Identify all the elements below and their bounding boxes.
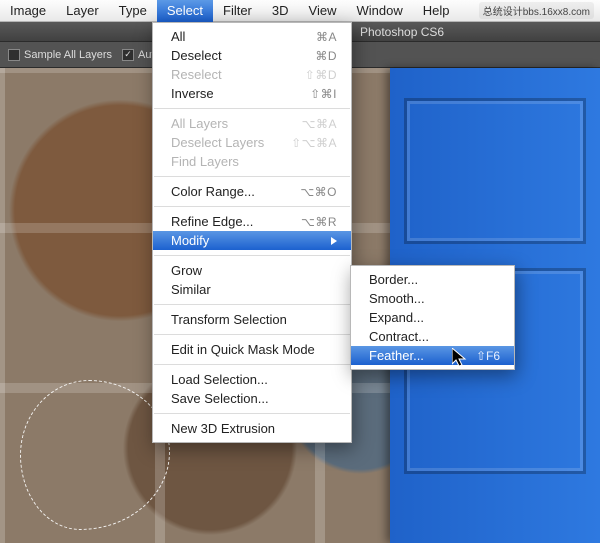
menu-item-label: Load Selection...	[171, 372, 337, 387]
menu-separator	[154, 176, 350, 177]
window-title: Photoshop CS6	[360, 25, 444, 39]
menu-item-deselect-layers: Deselect Layers ⇧⌥⌘A	[153, 133, 351, 152]
menu-item-new-3d-extrusion[interactable]: New 3D Extrusion	[153, 419, 351, 438]
menu-separator	[154, 364, 350, 365]
submenu-arrow-icon	[331, 237, 337, 245]
menu-item-label: Deselect	[171, 48, 303, 63]
menu-separator	[154, 255, 350, 256]
menu-item-label: New 3D Extrusion	[171, 421, 337, 436]
menu-item-label: Refine Edge...	[171, 214, 289, 229]
menu-item-label: Similar	[171, 282, 337, 297]
menu-item-label: Find Layers	[171, 154, 337, 169]
menu-item-shortcut: ⌥⌘A	[302, 117, 337, 131]
menu-item-label: Grow	[171, 263, 337, 278]
menu-item-modify[interactable]: Modify	[153, 231, 351, 250]
menu-separator	[154, 108, 350, 109]
menu-separator	[154, 206, 350, 207]
menu-item-label: Feather...	[369, 348, 476, 363]
select-menu-dropdown: All ⌘A Deselect ⌘D Reselect ⇧⌘D Inverse …	[152, 22, 352, 443]
menu-item-shortcut: ⇧F6	[476, 349, 500, 363]
menubar-item-filter[interactable]: Filter	[213, 0, 262, 22]
menu-item-label: Contract...	[369, 329, 500, 344]
menu-item-all-layers: All Layers ⌥⌘A	[153, 114, 351, 133]
menu-item-reselect: Reselect ⇧⌘D	[153, 65, 351, 84]
checkbox-label: Sample All Layers	[24, 49, 112, 61]
menubar-item-window[interactable]: Window	[346, 0, 412, 22]
menu-separator	[154, 334, 350, 335]
menu-item-refine-edge[interactable]: Refine Edge... ⌥⌘R	[153, 212, 351, 231]
menu-item-shortcut: ⇧⌘I	[310, 87, 337, 101]
menubar-item-help[interactable]: Help	[413, 0, 460, 22]
menu-item-label: Expand...	[369, 310, 500, 325]
menubar-item-type[interactable]: Type	[109, 0, 157, 22]
menubar-right: 总统设计bbs.16xx8.com	[479, 2, 600, 19]
menubar-item-3d[interactable]: 3D	[262, 0, 299, 22]
checkbox-box-icon	[8, 49, 20, 61]
checkbox-sample-all-layers[interactable]: Sample All Layers	[8, 49, 112, 61]
submenu-item-smooth[interactable]: Smooth...	[351, 289, 514, 308]
menu-item-label: Border...	[369, 272, 500, 287]
menu-item-label: All	[171, 29, 304, 44]
menubar-item-select[interactable]: Select	[157, 0, 213, 22]
menubar-item-view[interactable]: View	[299, 0, 347, 22]
menu-item-inverse[interactable]: Inverse ⇧⌘I	[153, 84, 351, 103]
submenu-item-border[interactable]: Border...	[351, 270, 514, 289]
modify-submenu: Border... Smooth... Expand... Contract..…	[350, 265, 515, 370]
menu-item-grow[interactable]: Grow	[153, 261, 351, 280]
submenu-item-feather[interactable]: Feather... ⇧F6	[351, 346, 514, 365]
menu-item-label: Transform Selection	[171, 312, 337, 327]
menu-item-transform-selection[interactable]: Transform Selection	[153, 310, 351, 329]
menu-item-label: Color Range...	[171, 184, 288, 199]
menu-item-label: Edit in Quick Mask Mode	[171, 342, 337, 357]
menu-item-label: Save Selection...	[171, 391, 337, 406]
watermark-badge: 总统设计bbs.16xx8.com	[479, 2, 594, 19]
menu-item-shortcut: ⇧⌥⌘A	[291, 136, 337, 150]
menu-item-deselect[interactable]: Deselect ⌘D	[153, 46, 351, 65]
menu-item-label: Smooth...	[369, 291, 500, 306]
menu-item-label: Reselect	[171, 67, 293, 82]
menu-separator	[154, 413, 350, 414]
menu-item-quick-mask[interactable]: Edit in Quick Mask Mode	[153, 340, 351, 359]
menu-item-shortcut: ⌘D	[315, 49, 337, 63]
menu-item-save-selection[interactable]: Save Selection...	[153, 389, 351, 408]
menu-item-shortcut: ⇧⌘D	[305, 68, 337, 82]
menu-item-label: Deselect Layers	[171, 135, 279, 150]
menu-item-shortcut: ⌥⌘O	[300, 185, 337, 199]
menu-item-color-range[interactable]: Color Range... ⌥⌘O	[153, 182, 351, 201]
menu-item-find-layers: Find Layers	[153, 152, 351, 171]
menu-item-load-selection[interactable]: Load Selection...	[153, 370, 351, 389]
submenu-item-contract[interactable]: Contract...	[351, 327, 514, 346]
menu-item-all[interactable]: All ⌘A	[153, 27, 351, 46]
submenu-item-expand[interactable]: Expand...	[351, 308, 514, 327]
menu-item-label: Modify	[171, 233, 323, 248]
menubar-item-layer[interactable]: Layer	[56, 0, 109, 22]
menu-item-label: Inverse	[171, 86, 298, 101]
menu-item-similar[interactable]: Similar	[153, 280, 351, 299]
menu-item-shortcut: ⌘A	[316, 30, 337, 44]
checkbox-box-icon: ✓	[122, 49, 134, 61]
menubar-item-image[interactable]: Image	[0, 0, 56, 22]
menu-item-shortcut: ⌥⌘R	[301, 215, 337, 229]
mac-menubar: Image Layer Type Select Filter 3D View W…	[0, 0, 600, 22]
menu-separator	[154, 304, 350, 305]
menu-item-label: All Layers	[171, 116, 290, 131]
